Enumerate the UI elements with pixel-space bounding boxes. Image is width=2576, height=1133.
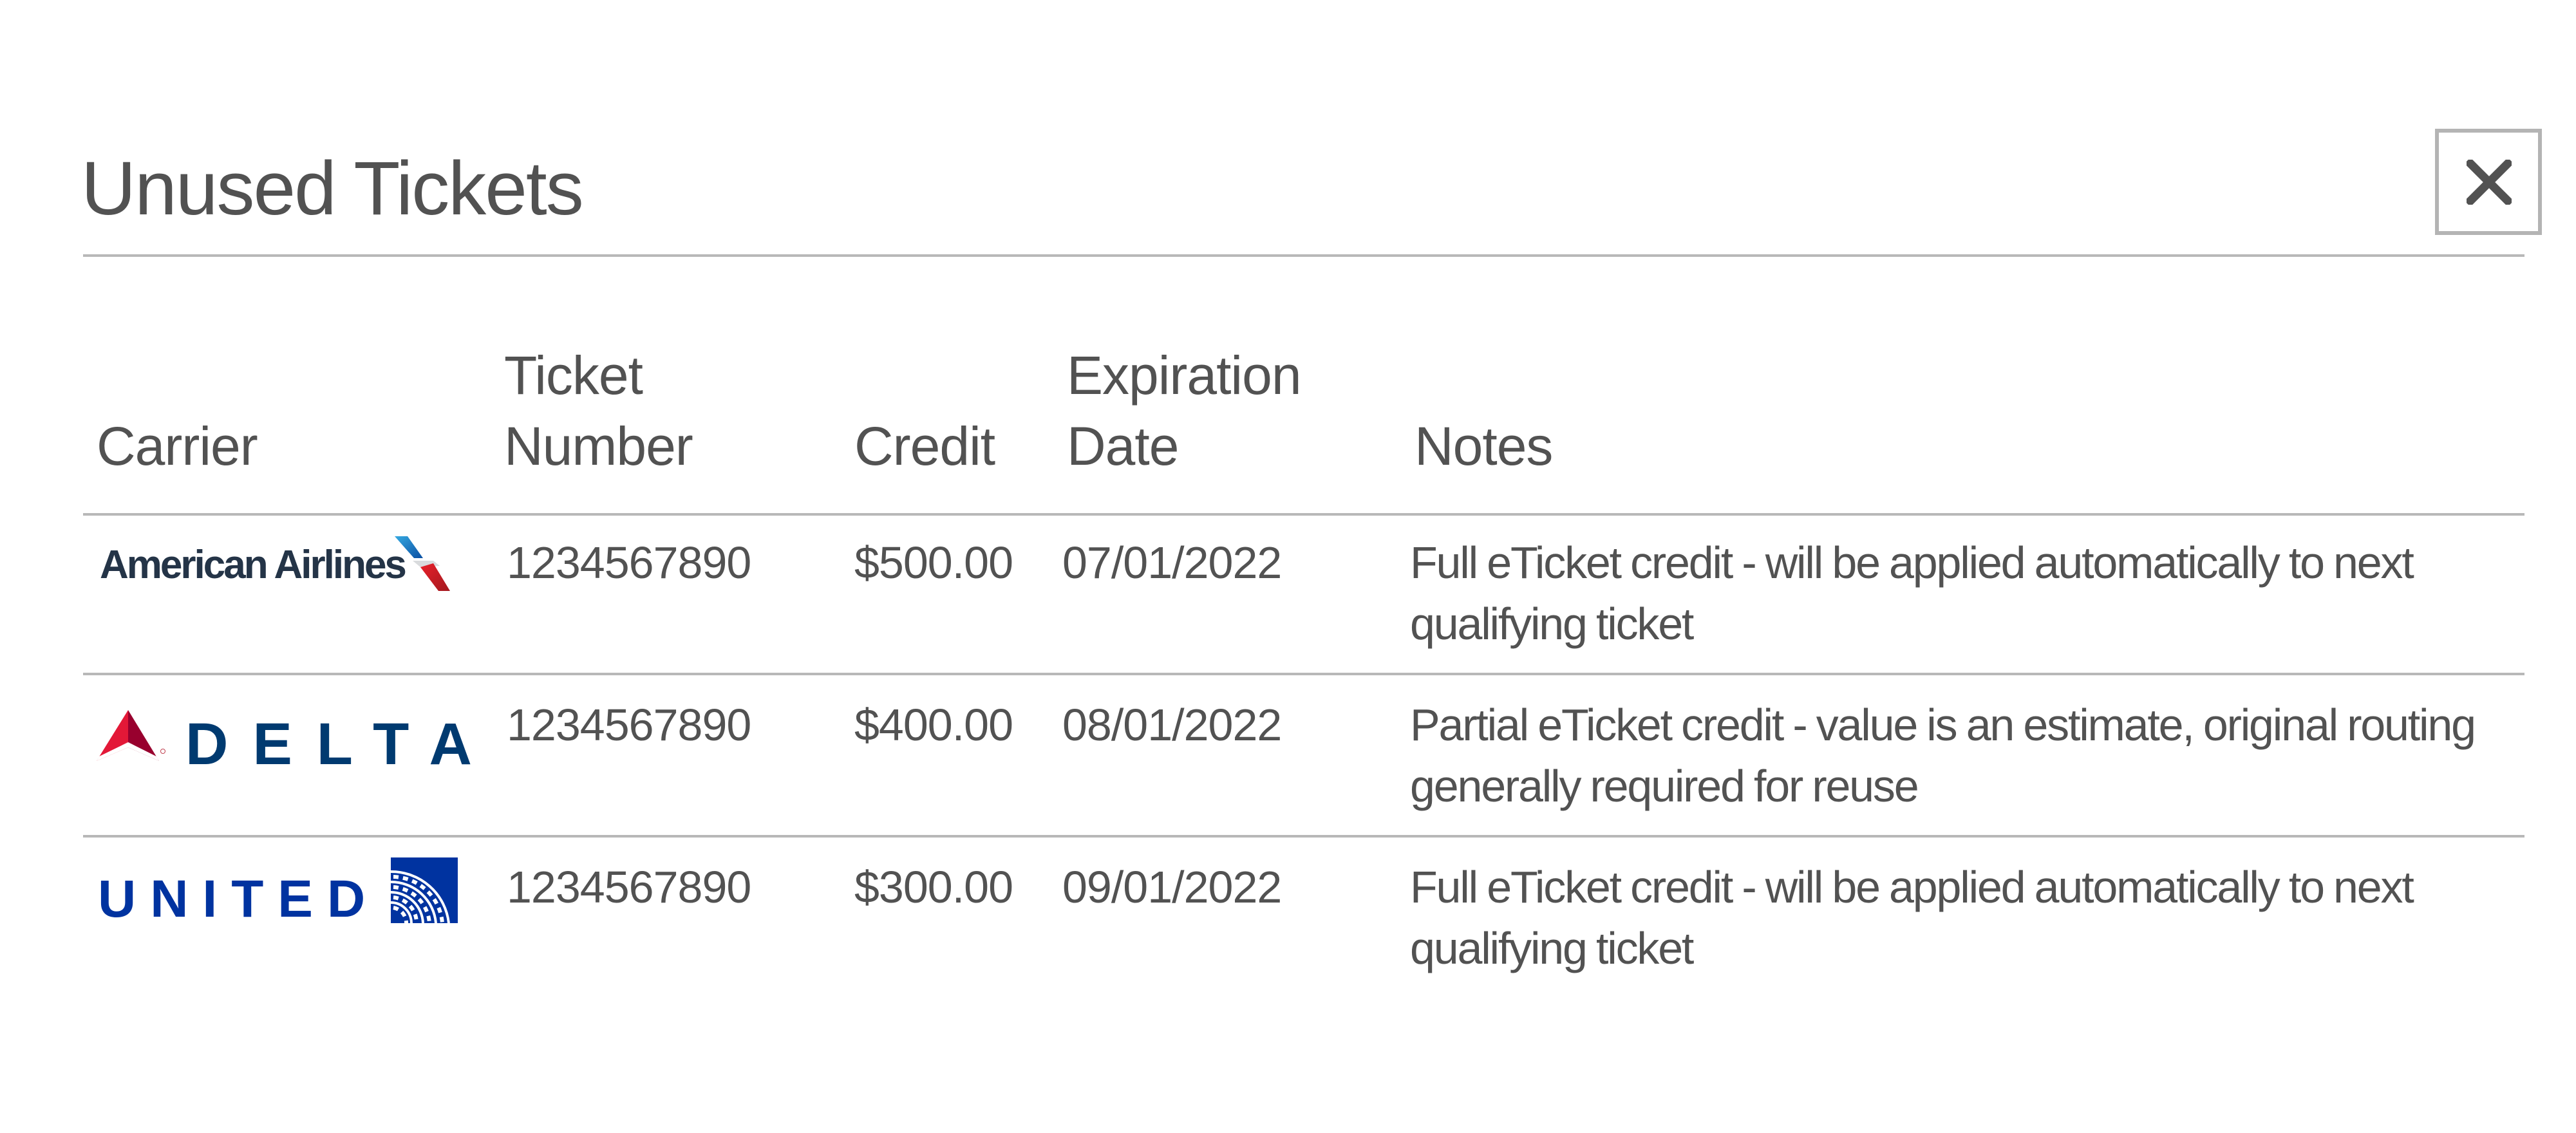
- credit-amount: $300.00: [854, 862, 1013, 912]
- american-airlines-logo: American Airlines: [100, 536, 460, 594]
- united-logo: UNITED: [98, 857, 462, 928]
- header-ticket-number-line2: Number: [504, 416, 693, 476]
- expiration-date: 08/01/2022: [1062, 700, 1282, 750]
- carrier-name: UNITED: [98, 870, 380, 928]
- expiration-date: 07/01/2022: [1062, 538, 1282, 588]
- header-carrier: Carrier: [97, 416, 258, 476]
- carrier-name: DELTA: [185, 711, 496, 777]
- notes-text: Full eTicket credit - will be applied au…: [1410, 862, 2414, 973]
- aa-flight-symbol-icon: [395, 536, 450, 591]
- header-notes: Notes: [1415, 416, 1553, 476]
- header-credit: Credit: [854, 416, 995, 476]
- ticket-number: 1234567890: [507, 862, 751, 912]
- row-divider: [83, 835, 2524, 838]
- ticket-number: 1234567890: [507, 700, 751, 750]
- close-button[interactable]: [2435, 129, 2542, 235]
- delta-widget-icon: [97, 710, 165, 761]
- title-divider: [83, 254, 2524, 257]
- header-divider: [83, 513, 2524, 516]
- dialog-title: Unused Tickets: [81, 146, 584, 231]
- credit-amount: $500.00: [854, 538, 1013, 588]
- carrier-name: American Airlines: [100, 543, 407, 587]
- united-globe-icon: [391, 857, 458, 923]
- notes-text: Full eTicket credit - will be applied au…: [1410, 538, 2414, 649]
- delta-logo: DELTA: [97, 708, 472, 779]
- close-x-icon: [2467, 160, 2512, 205]
- credit-amount: $400.00: [854, 700, 1013, 750]
- header-expiration-line2: Date: [1067, 416, 1179, 476]
- header-ticket-number-line1: Ticket: [504, 345, 643, 406]
- ticket-number: 1234567890: [507, 538, 751, 588]
- notes-text: Partial eTicket credit - value is an est…: [1410, 700, 2476, 811]
- header-expiration-line1: Expiration: [1067, 345, 1302, 406]
- expiration-date: 09/01/2022: [1062, 862, 1282, 912]
- row-divider: [83, 673, 2524, 675]
